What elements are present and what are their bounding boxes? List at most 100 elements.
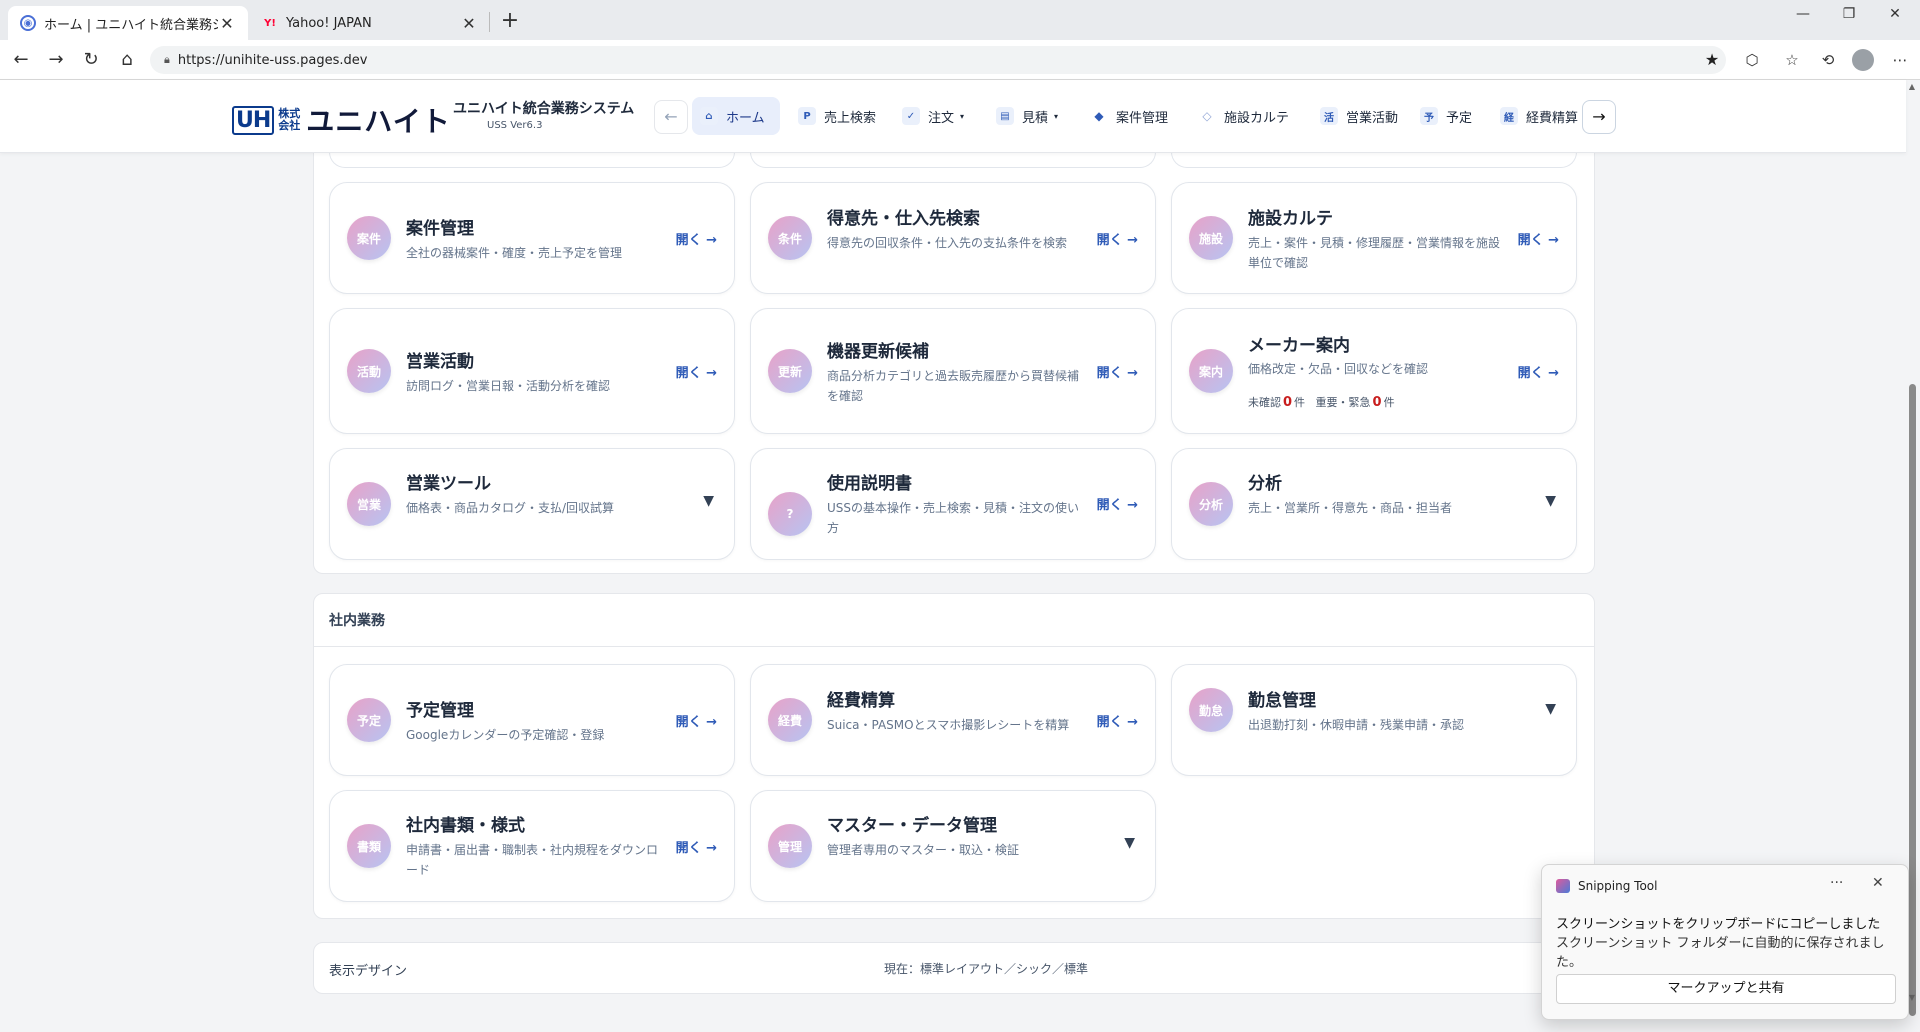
address-bar: ← → ↻ ⌂ 🔒︎ https://unihite-uss.pages.dev… (0, 40, 1920, 80)
nav-home[interactable]: ⌂ ホーム (692, 97, 780, 135)
card-master-data[interactable]: 管理 マスター・データ管理 管理者専用のマスター・取込・検証 ▼ (750, 790, 1156, 902)
expand-triangle-icon[interactable]: ▼ (1124, 835, 1135, 851)
count-unit: 件 (1383, 396, 1395, 409)
home-icon[interactable]: ⌂ (114, 48, 140, 72)
open-link[interactable]: 開く → (676, 711, 717, 730)
favorites-icon[interactable]: ☆ (1780, 48, 1804, 72)
open-link[interactable]: 開く → (1518, 229, 1559, 248)
nav-expenses[interactable]: 経 経費精算 (1492, 97, 1586, 135)
nav-estimate[interactable]: ▤ 見積 ▾ (988, 97, 1066, 135)
card-title: 使用説明書 (827, 474, 912, 494)
window-close-icon[interactable]: ✕ (1872, 6, 1918, 22)
card-analysis[interactable]: 分析 分析 売上・営業所・得意先・商品・担当者 ▼ (1171, 448, 1577, 560)
profile-avatar[interactable] (1852, 49, 1874, 71)
card-title: 施設カルテ (1248, 209, 1333, 229)
browser-tab-yahoo[interactable]: Y! Yahoo! JAPAN ✕ (250, 6, 490, 40)
card-title: 案件管理 (406, 219, 474, 239)
nav-order[interactable]: ✓ 注文 ▾ (894, 97, 972, 135)
card-partial (750, 152, 1156, 168)
nav-facility-chart[interactable]: ◇ 施設カルテ (1190, 97, 1297, 135)
extensions-icon[interactable]: ⬡ (1740, 48, 1764, 72)
card-user-manual[interactable]: ? 使用説明書 USSの基本操作・売上検索・見積・注文の使い方 開く → (750, 448, 1156, 560)
card-partial (329, 152, 735, 168)
toast-header: Snipping Tool (1556, 879, 1657, 893)
card-description: 訪問ログ・営業日報・活動分析を確認 (406, 379, 611, 393)
card-description: 価格改定・欠品・回収などを確認 (1248, 362, 1429, 376)
close-icon[interactable]: ✕ (1872, 875, 1884, 891)
more-options-icon[interactable]: ··· (1830, 875, 1843, 891)
nav-label: 注文 (928, 110, 955, 126)
browser-tab-uss[interactable]: ◉ ホーム | ユニハイト統合業務システム ✕ (8, 6, 248, 40)
card-expense-settlement[interactable]: 経費 経費精算 Suica・PASMOとスマホ撮影レシートを精算 開く → (750, 664, 1156, 776)
nav-project-management[interactable]: ◆ 案件管理 (1082, 97, 1176, 135)
card-description: 申請書・届出書・職制表・社内規程をダウンロード (406, 843, 659, 877)
nav-sales-search[interactable]: P 売上検索 (790, 97, 884, 135)
card-description: 出退勤打刻・休暇申請・残業申請・承認 (1248, 718, 1465, 732)
unconfirmed-count: 0 (1283, 395, 1293, 410)
nav-label: 売上検索 (824, 110, 877, 126)
open-link[interactable]: 開く → (1097, 494, 1138, 513)
scrollbar-thumb[interactable] (1909, 384, 1916, 1016)
card-customer-supplier-search[interactable]: 条件 得意先・仕入先検索 得意先の回収条件・仕入先の支払条件を検索 開く → (750, 182, 1156, 294)
home-icon: ⌂ (700, 107, 718, 125)
nav-scroll-left-button[interactable]: ← (654, 100, 688, 134)
card-maker-notice[interactable]: 案内 メーカー案内 価格改定・欠品・回収などを確認 未確認 0 件 重要・緊急 0 件 … (1171, 308, 1577, 434)
card-sales-tools[interactable]: 営業 営業ツール 価格表・商品カタログ・支払/回収試算 ▼ (329, 448, 735, 560)
scroll-up-icon[interactable]: ▲ (1906, 82, 1918, 91)
open-link[interactable]: 開く → (1097, 362, 1138, 381)
nav-schedule[interactable]: 予 予定 (1412, 97, 1480, 135)
close-tab-icon[interactable]: ✕ (218, 14, 236, 33)
expand-triangle-icon[interactable]: ▼ (1545, 493, 1556, 509)
card-badge: 案件 (347, 216, 391, 260)
urgent-count: 0 (1372, 395, 1382, 410)
forward-icon[interactable]: → (43, 48, 69, 72)
tab-title: Yahoo! JAPAN (286, 15, 372, 31)
open-link[interactable]: 開く → (1097, 229, 1138, 248)
schedule-icon: 予 (1420, 107, 1438, 125)
markup-share-button[interactable]: マークアップと共有 (1556, 974, 1896, 1004)
card-title: 勤怠管理 (1248, 691, 1316, 711)
display-design-panel[interactable]: 表示デザイン 現在：標準レイアウト／シック／標準 (313, 942, 1595, 994)
logo-name: ユニハイト (306, 105, 451, 138)
company-logo[interactable]: UH 株式会社 ユニハイト (232, 100, 451, 140)
card-project-management[interactable]: 案件 案件管理 全社の器械案件・確度・売上予定を管理 開く → (329, 182, 735, 294)
open-link[interactable]: 開く → (676, 229, 717, 248)
minimize-icon[interactable]: — (1780, 6, 1826, 22)
notice-counts: 未確認 0 件 重要・緊急 0 件 (1248, 394, 1395, 410)
card-schedule-management[interactable]: 予定 予定管理 Googleカレンダーの予定確認・登録 開く → (329, 664, 735, 776)
card-attendance[interactable]: 勤怠 勤怠管理 出退勤打刻・休暇申請・残業申請・承認 ▼ (1171, 664, 1577, 776)
menu-more-icon[interactable]: ⋯ (1888, 48, 1912, 72)
card-title: 得意先・仕入先検索 (827, 209, 980, 229)
card-title: 経費精算 (827, 691, 895, 711)
card-title: 予定管理 (406, 701, 474, 721)
page-scrollbar[interactable]: ▲ ▼ (1906, 82, 1918, 1016)
open-link[interactable]: 開く → (1518, 362, 1559, 381)
nav-label: 案件管理 (1116, 110, 1169, 126)
url-field[interactable]: 🔒︎ https://unihite-uss.pages.dev ★ (150, 46, 1726, 74)
nav-sales-activity[interactable]: 活 営業活動 (1312, 97, 1406, 135)
history-icon[interactable]: ⟲ (1816, 48, 1840, 72)
open-link[interactable]: 開く → (1097, 711, 1138, 730)
back-icon[interactable]: ← (8, 48, 34, 72)
card-equipment-update[interactable]: 更新 機器更新候補 商品分析カテゴリと過去販売履歴から買替候補を確認 開く → (750, 308, 1156, 434)
unconfirmed-label: 未確認 (1248, 396, 1281, 409)
nav-label: 見積 (1022, 110, 1049, 126)
expand-triangle-icon[interactable]: ▼ (1545, 701, 1556, 717)
card-internal-documents[interactable]: 書類 社内書類・様式 申請書・届出書・職制表・社内規程をダウンロード 開く → (329, 790, 735, 902)
open-link[interactable]: 開く → (676, 837, 717, 856)
browser-tab-bar: ◉ ホーム | ユニハイト統合業務システム ✕ Y! Yahoo! JAPAN … (0, 0, 1920, 40)
card-badge: 営業 (347, 482, 391, 526)
expand-triangle-icon[interactable]: ▼ (703, 493, 714, 509)
close-tab-icon[interactable]: ✕ (460, 14, 478, 33)
card-sales-activity[interactable]: 活動 営業活動 訪問ログ・営業日報・活動分析を確認 開く → (329, 308, 735, 434)
favorite-star-icon[interactable]: ★ (1698, 46, 1726, 74)
nav-scroll-right-button[interactable]: → (1582, 100, 1616, 134)
activity-icon: 活 (1320, 107, 1338, 125)
restore-icon[interactable]: ❐ (1826, 6, 1872, 22)
refresh-icon[interactable]: ↻ (78, 48, 104, 72)
card-title: 営業活動 (406, 352, 474, 372)
card-facility-chart[interactable]: 施設 施設カルテ 売上・案件・見積・修理履歴・営業情報を施設単位で確認 開く → (1171, 182, 1577, 294)
display-design-label: 表示デザイン (329, 964, 408, 979)
open-link[interactable]: 開く → (676, 362, 717, 381)
new-tab-icon[interactable]: + (496, 8, 524, 33)
